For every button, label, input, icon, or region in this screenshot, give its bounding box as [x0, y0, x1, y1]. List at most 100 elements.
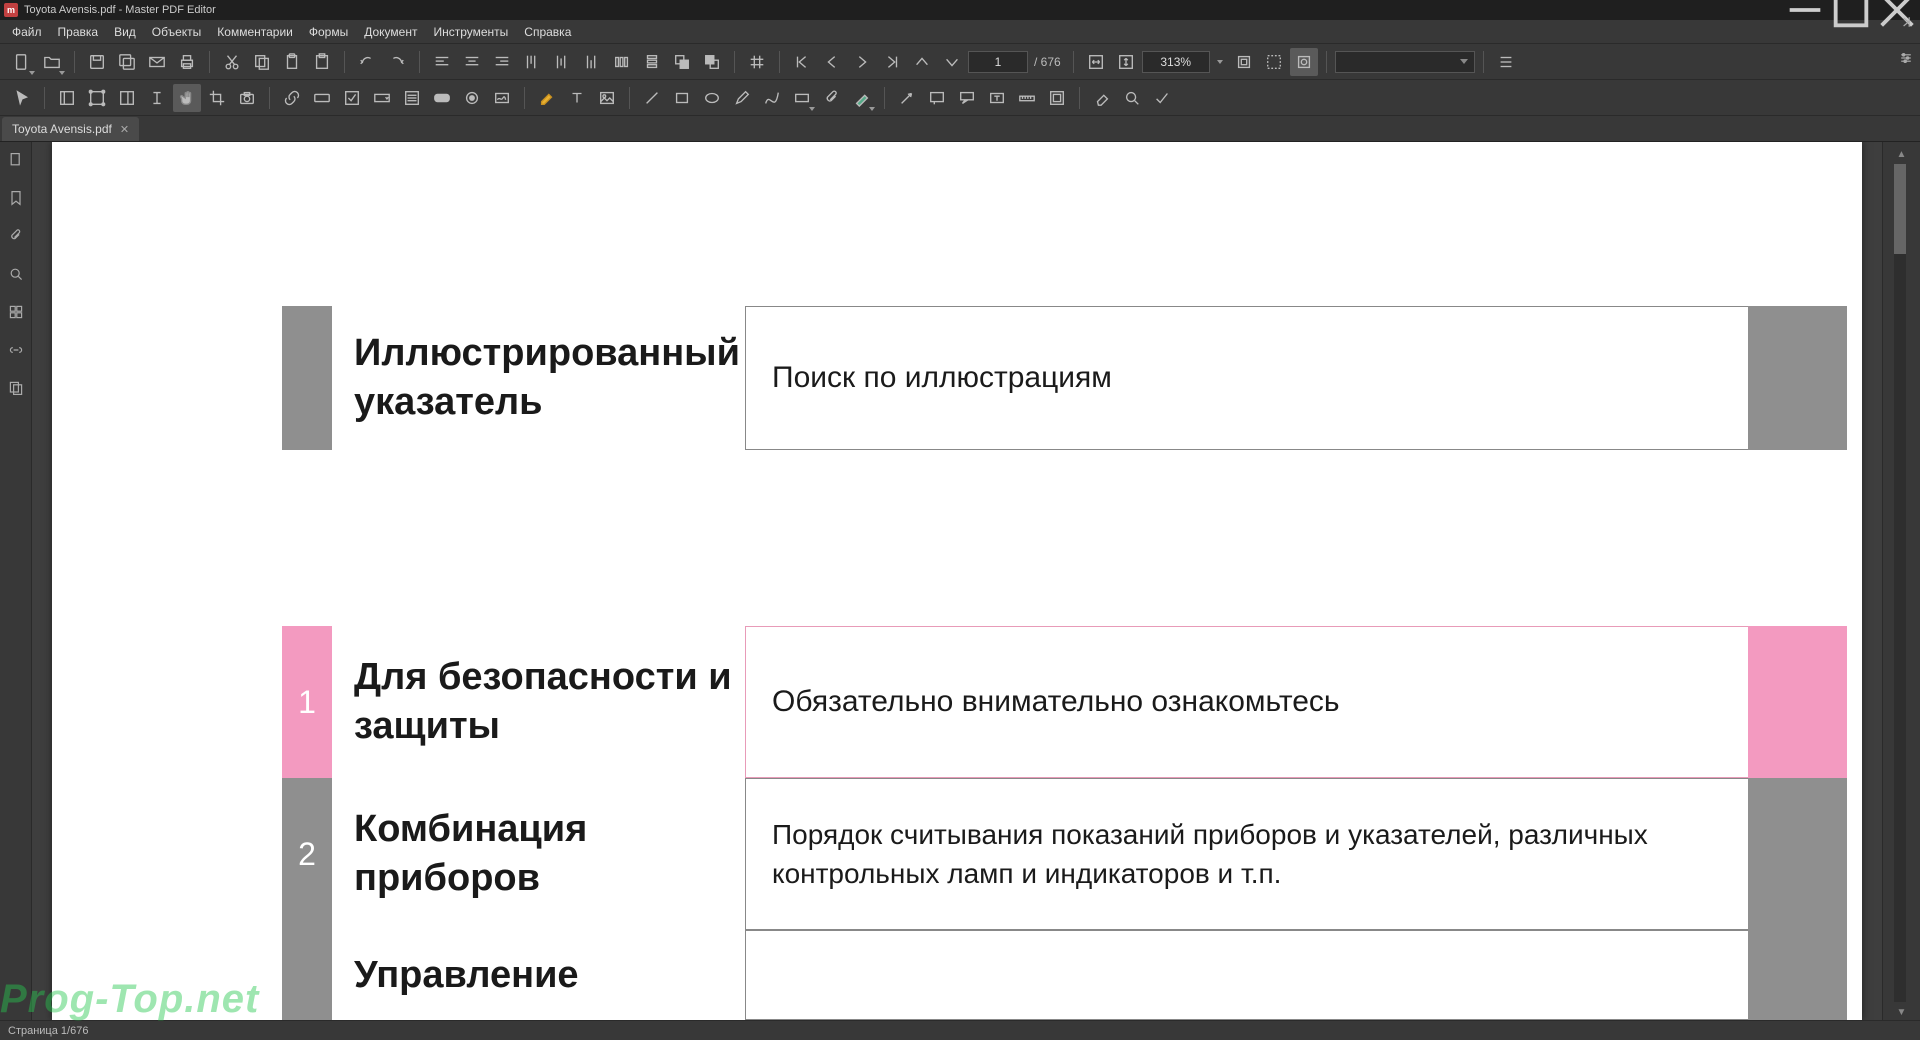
save-button[interactable]: [83, 48, 111, 76]
links-panel-button[interactable]: [4, 338, 28, 362]
thumbnails-panel-button[interactable]: [4, 148, 28, 172]
fit-page-button[interactable]: [1112, 48, 1140, 76]
menu-file[interactable]: Файл: [4, 22, 50, 42]
align-left-button[interactable]: [428, 48, 456, 76]
minimize-button[interactable]: [1782, 0, 1828, 20]
page-down-button[interactable]: [938, 48, 966, 76]
stamp-tool-button[interactable]: [788, 84, 816, 112]
prev-page-button[interactable]: [818, 48, 846, 76]
bookmarks-panel-button[interactable]: [4, 186, 28, 210]
eraser-tool-button[interactable]: [1088, 84, 1116, 112]
next-page-button[interactable]: [848, 48, 876, 76]
document-viewport[interactable]: Иллюстрированный указатель Поиск по иллю…: [32, 142, 1882, 1020]
close-tab-icon[interactable]: ✕: [120, 123, 129, 136]
ellipse-tool-button[interactable]: [698, 84, 726, 112]
pencil-tool-button[interactable]: [728, 84, 756, 112]
menu-forms[interactable]: Формы: [301, 22, 356, 42]
open-file-button[interactable]: [38, 48, 66, 76]
check-tool-button[interactable]: [1148, 84, 1176, 112]
list-field-button[interactable]: [398, 84, 426, 112]
initials-tool-button[interactable]: [1043, 84, 1071, 112]
rect-tool-button[interactable]: [668, 84, 696, 112]
email-button[interactable]: [143, 48, 171, 76]
page-up-button[interactable]: [908, 48, 936, 76]
signature-field-button[interactable]: [488, 84, 516, 112]
edit-object-tool-button[interactable]: [83, 84, 111, 112]
edit-text-tool-button[interactable]: [53, 84, 81, 112]
select-text-tool-button[interactable]: [143, 84, 171, 112]
pointer-tool-button[interactable]: [8, 84, 36, 112]
align-middle-button[interactable]: [548, 48, 576, 76]
scrollbar-track[interactable]: [1894, 164, 1906, 1002]
redo-button[interactable]: [383, 48, 411, 76]
link-tool-button[interactable]: [278, 84, 306, 112]
callout-tool-button[interactable]: [953, 84, 981, 112]
image-tool-button[interactable]: [593, 84, 621, 112]
new-file-button[interactable]: [8, 48, 36, 76]
select-zoom-button[interactable]: [1290, 48, 1318, 76]
save-as-button[interactable]: [113, 48, 141, 76]
menu-comments[interactable]: Комментарии: [209, 22, 301, 42]
radio-field-button[interactable]: [458, 84, 486, 112]
crop-tool-button[interactable]: [203, 84, 231, 112]
menu-view[interactable]: Вид: [106, 22, 144, 42]
checkbox-field-button[interactable]: [338, 84, 366, 112]
fit-width-button[interactable]: [1082, 48, 1110, 76]
collapse-panel-button[interactable]: [1894, 10, 1918, 34]
hand-tool-button[interactable]: [173, 84, 201, 112]
bring-front-button[interactable]: [668, 48, 696, 76]
curve-tool-button[interactable]: [758, 84, 786, 112]
maximize-button[interactable]: [1828, 0, 1874, 20]
document-tab[interactable]: Toyota Avensis.pdf ✕: [2, 117, 139, 141]
cut-button[interactable]: [218, 48, 246, 76]
fields-panel-button[interactable]: [4, 300, 28, 324]
actual-size-button[interactable]: [1230, 48, 1258, 76]
align-top-button[interactable]: [518, 48, 546, 76]
copy-button[interactable]: [248, 48, 276, 76]
zoom-input[interactable]: [1142, 51, 1210, 73]
line-tool-button[interactable]: [638, 84, 666, 112]
text-box-tool-button[interactable]: [983, 84, 1011, 112]
grid-button[interactable]: [743, 48, 771, 76]
ink-tool-button[interactable]: [848, 84, 876, 112]
scroll-down-button[interactable]: ▼: [1894, 1004, 1910, 1020]
measure-tool-button[interactable]: [1013, 84, 1041, 112]
zoom-tool-button[interactable]: [1118, 84, 1146, 112]
zoom-dropdown-button[interactable]: [1212, 48, 1228, 76]
search-combo[interactable]: [1335, 51, 1475, 73]
search-panel-button[interactable]: [4, 262, 28, 286]
button-field-button[interactable]: [428, 84, 456, 112]
marquee-zoom-button[interactable]: [1260, 48, 1288, 76]
align-right-button[interactable]: [488, 48, 516, 76]
undo-button[interactable]: [353, 48, 381, 76]
scroll-up-button[interactable]: ▲: [1894, 146, 1910, 162]
paste-button[interactable]: [278, 48, 306, 76]
sticky-note-button[interactable]: [923, 84, 951, 112]
menu-tools[interactable]: Инструменты: [425, 22, 516, 42]
outline-button[interactable]: [1492, 48, 1520, 76]
distribute-v-button[interactable]: [638, 48, 666, 76]
last-page-button[interactable]: [878, 48, 906, 76]
distribute-h-button[interactable]: [608, 48, 636, 76]
snapshot-tool-button[interactable]: [233, 84, 261, 112]
menu-help[interactable]: Справка: [516, 22, 579, 42]
attachments-panel-button[interactable]: [4, 224, 28, 248]
menu-objects[interactable]: Объекты: [144, 22, 210, 42]
text-field-button[interactable]: [308, 84, 336, 112]
menu-document[interactable]: Документ: [356, 22, 425, 42]
print-button[interactable]: [173, 48, 201, 76]
first-page-button[interactable]: [788, 48, 816, 76]
page-number-input[interactable]: [968, 51, 1028, 73]
layers-panel-button[interactable]: [4, 376, 28, 400]
align-bottom-button[interactable]: [578, 48, 606, 76]
send-back-button[interactable]: [698, 48, 726, 76]
arrow-tool-button[interactable]: [893, 84, 921, 112]
attachment-tool-button[interactable]: [818, 84, 846, 112]
highlight-tool-button[interactable]: [533, 84, 561, 112]
clipboard-button[interactable]: [308, 48, 336, 76]
properties-panel-button[interactable]: [1894, 46, 1918, 70]
edit-form-tool-button[interactable]: [113, 84, 141, 112]
menu-edit[interactable]: Правка: [50, 22, 107, 42]
combo-field-button[interactable]: [368, 84, 396, 112]
align-center-button[interactable]: [458, 48, 486, 76]
